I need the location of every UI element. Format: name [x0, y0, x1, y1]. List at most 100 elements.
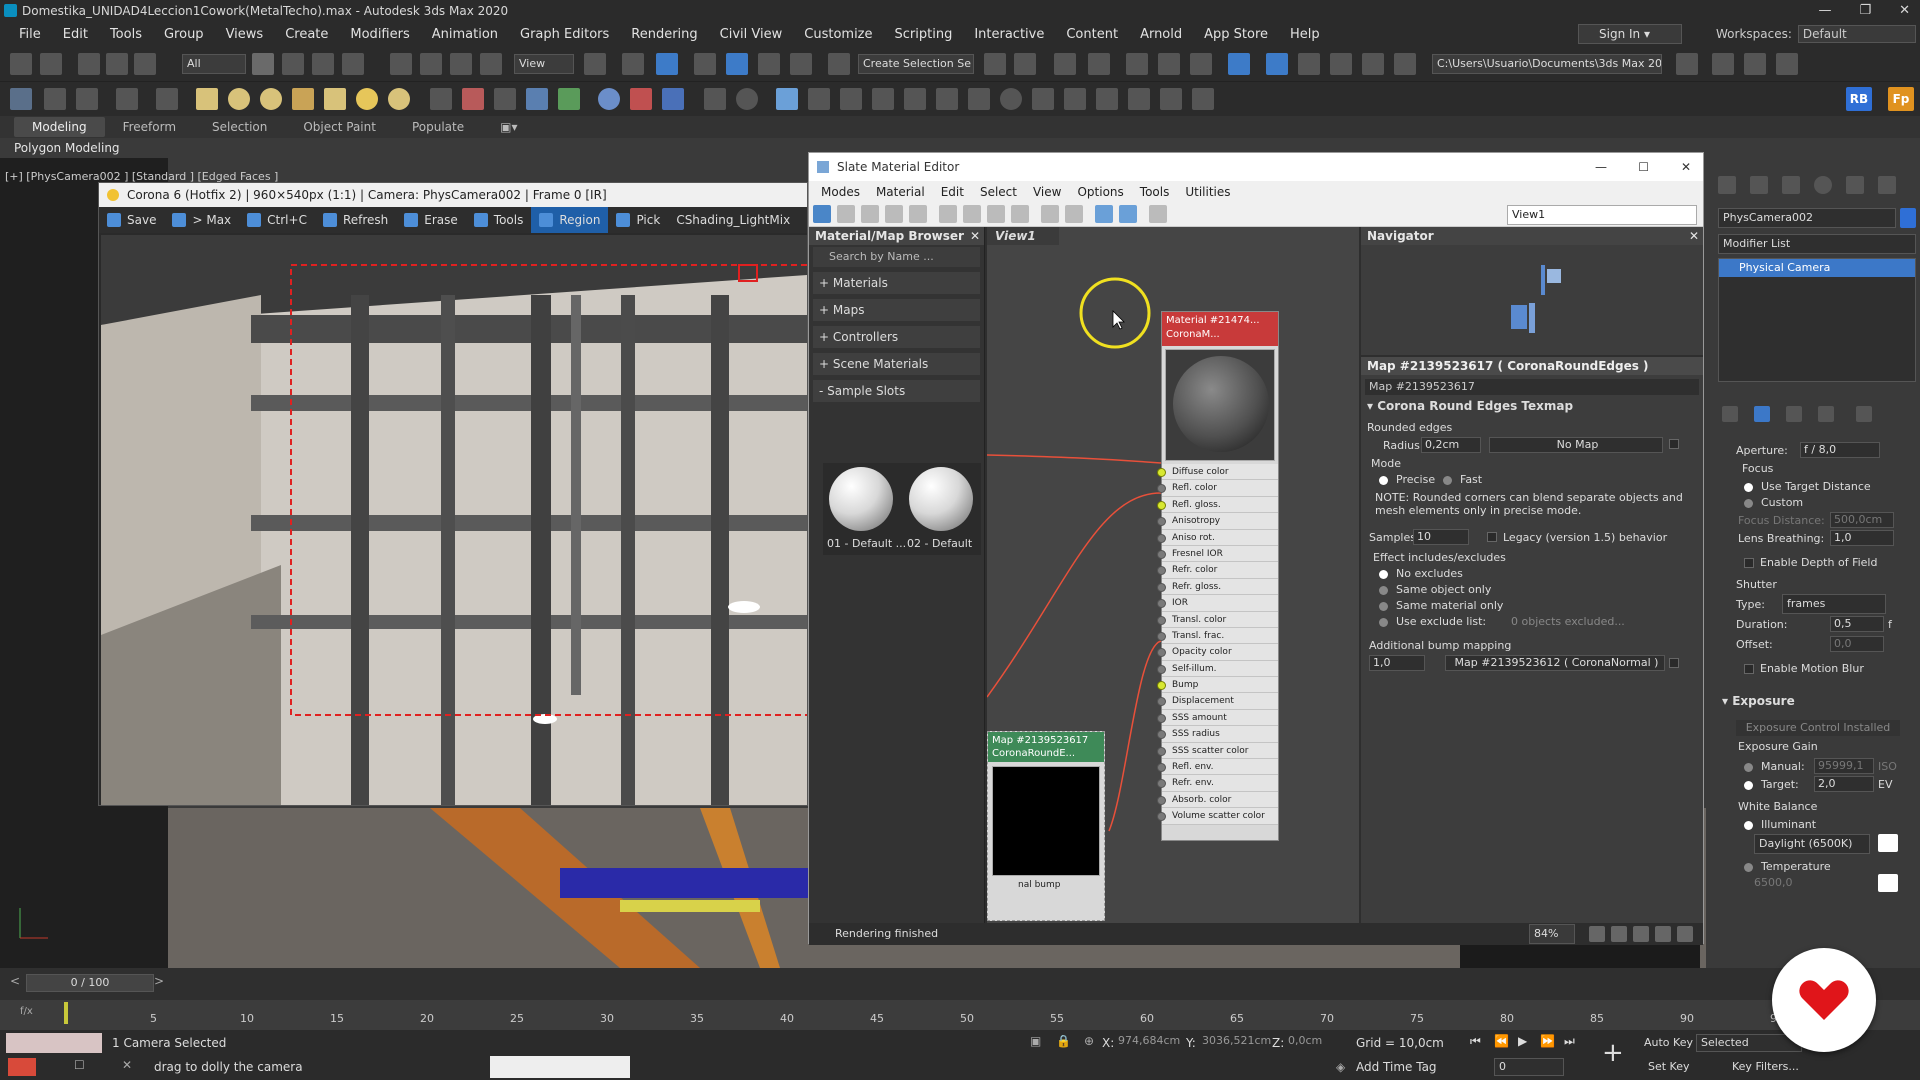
render-region-icon[interactable]	[1096, 88, 1118, 110]
parameter-editor-toggle-icon[interactable]	[1119, 205, 1137, 223]
bump-map-button[interactable]: Map #2139523612 ( CoronaNormal )	[1445, 655, 1665, 671]
slate-menu-select[interactable]: Select	[972, 185, 1025, 199]
menu-group[interactable]: Group	[153, 27, 215, 42]
navigator-close-icon[interactable]: ✕	[1689, 227, 1699, 245]
pivot-icon[interactable]	[584, 53, 606, 75]
schematic-view-icon[interactable]	[1190, 53, 1212, 75]
configure-sets-icon[interactable]	[1856, 406, 1872, 422]
slot-socket-icon[interactable]	[1157, 566, 1166, 576]
slot-socket-icon[interactable]	[1157, 533, 1166, 543]
tab-populate[interactable]: Populate	[394, 117, 482, 137]
samples-spinner[interactable]: 10	[1413, 529, 1469, 545]
time-prev-icon[interactable]: <	[10, 974, 20, 988]
material-slot[interactable]: Transl. color	[1157, 611, 1278, 628]
time-next-icon[interactable]: >	[154, 974, 164, 988]
manual-iso-spinner[interactable]: 95999,1	[1814, 758, 1874, 774]
effect-use-exclude-list[interactable]: Use exclude list:	[1379, 615, 1486, 628]
scene-light-icon[interactable]	[776, 88, 798, 110]
slot-socket-icon[interactable]	[1157, 549, 1166, 559]
slot-socket-icon[interactable]	[1157, 468, 1166, 477]
vfb-pick-button[interactable]: Pick	[608, 207, 668, 233]
add-time-tag[interactable]: Add Time Tag	[1356, 1060, 1437, 1074]
modify-tab-icon[interactable]	[1750, 176, 1768, 194]
project-path-dropdown[interactable]: C:\Users\Usuario\Documents\3ds Max 2020	[1432, 54, 1662, 74]
sample-slot-2-sphere[interactable]	[909, 467, 973, 531]
set-project-icon[interactable]	[1712, 53, 1734, 75]
focus-distance-spinner[interactable]: 500,0cm	[1830, 512, 1894, 528]
object-color-swatch[interactable]	[1900, 208, 1916, 228]
menu-file[interactable]: File	[8, 27, 52, 42]
make-unique-icon[interactable]	[1786, 406, 1802, 422]
restore-icon[interactable]: ❐	[1859, 0, 1871, 22]
reference-coordinate-dropdown[interactable]: View	[514, 54, 574, 74]
spinner-snap-icon[interactable]	[790, 53, 812, 75]
zoom-selected-icon[interactable]	[1677, 926, 1693, 942]
go-to-end-icon[interactable]: ⏭	[1564, 1034, 1575, 1049]
manual-radio[interactable]: Manual:	[1744, 760, 1805, 773]
mini-curve-editor-icon[interactable]: f/x	[20, 1006, 33, 1017]
browser-group-scene-materials[interactable]: + Scene Materials	[813, 353, 980, 375]
menu-rendering[interactable]: Rendering	[620, 27, 708, 42]
temperature-color-swatch[interactable]	[1878, 874, 1898, 892]
bump-amount-spinner[interactable]: 1,0	[1369, 655, 1425, 671]
status-close-icon[interactable]: ✕	[122, 1058, 132, 1072]
menu-arnold[interactable]: Arnold	[1129, 27, 1193, 42]
grid-icon[interactable]	[1064, 88, 1086, 110]
fur-icon[interactable]	[558, 88, 580, 110]
unlink-icon[interactable]	[106, 53, 128, 75]
move-icon[interactable]	[390, 53, 412, 75]
lightmix-icon[interactable]	[116, 88, 138, 110]
mode-precise-radio[interactable]: Precise	[1379, 473, 1435, 486]
copy-icon[interactable]	[704, 88, 726, 110]
menu-edit[interactable]: Edit	[52, 27, 99, 42]
snaps-toggle-icon[interactable]	[694, 53, 716, 75]
ribbon-options-icon[interactable]: ▣▾	[482, 117, 535, 137]
render-image[interactable]	[101, 235, 807, 805]
slot-socket-icon[interactable]	[1157, 779, 1166, 789]
material-slot[interactable]: Refr. color	[1157, 562, 1278, 579]
placement-icon[interactable]	[480, 53, 502, 75]
tab-object-paint[interactable]: Object Paint	[285, 117, 394, 137]
window-crossing-icon[interactable]	[342, 53, 364, 75]
render-setup-icon[interactable]	[1266, 53, 1288, 75]
temperature-radio[interactable]: Temperature	[1744, 860, 1831, 873]
go-to-start-icon[interactable]: ⏮	[1470, 1034, 1481, 1049]
scale-icon[interactable]	[450, 53, 472, 75]
time-slider-thumb[interactable]: 0 / 100	[26, 974, 154, 992]
menu-tools[interactable]: Tools	[99, 27, 153, 42]
undo-icon[interactable]	[10, 53, 32, 75]
taskbar-window-thumb[interactable]	[490, 1056, 630, 1078]
light-distribution-icon[interactable]	[872, 88, 894, 110]
rotate-icon[interactable]	[420, 53, 442, 75]
remove-modifier-icon[interactable]	[1818, 406, 1834, 422]
show-map-icon[interactable]	[987, 205, 1005, 223]
y-coordinate-field[interactable]: 3036,521cm	[1202, 1034, 1272, 1047]
duration-spinner[interactable]: 0,5	[1830, 616, 1884, 632]
render-in-cloud-icon[interactable]	[1362, 53, 1384, 75]
slot-socket-icon[interactable]	[1157, 648, 1166, 658]
slate-menu-edit[interactable]: Edit	[933, 185, 972, 199]
decal-icon[interactable]	[462, 88, 484, 110]
material-browser-toggle-icon[interactable]	[1095, 205, 1113, 223]
slate-menu-utilities[interactable]: Utilities	[1177, 185, 1238, 199]
status-square-icon[interactable]: ☐	[74, 1058, 85, 1072]
material-node[interactable]: Material #21474... CoronaM... Diffuse co…	[1157, 311, 1279, 841]
material-slot[interactable]: Self-illum.	[1157, 660, 1278, 678]
corona-converter-icon[interactable]	[156, 88, 178, 110]
browser-group-controllers[interactable]: + Controllers	[813, 326, 980, 348]
slot-socket-icon[interactable]	[1157, 582, 1166, 592]
curve-editor-icon[interactable]	[1158, 53, 1180, 75]
pan-icon[interactable]	[1589, 926, 1605, 942]
effect-no-excludes[interactable]: No excludes	[1379, 567, 1463, 580]
slot-socket-icon[interactable]	[1157, 730, 1166, 740]
menu-scripting[interactable]: Scripting	[884, 27, 964, 42]
help-icon[interactable]	[736, 88, 758, 110]
keyboard-shortcut-override-icon[interactable]	[656, 53, 678, 75]
script-icon[interactable]	[8, 1058, 36, 1076]
cube-icon[interactable]	[1128, 88, 1150, 110]
light-icon[interactable]	[292, 88, 314, 110]
browser-search-input[interactable]: Search by Name ...	[813, 247, 980, 267]
close-icon[interactable]: ✕	[1899, 0, 1910, 22]
geosphere-icon[interactable]	[260, 88, 282, 110]
slot-socket-icon[interactable]	[1157, 795, 1166, 805]
